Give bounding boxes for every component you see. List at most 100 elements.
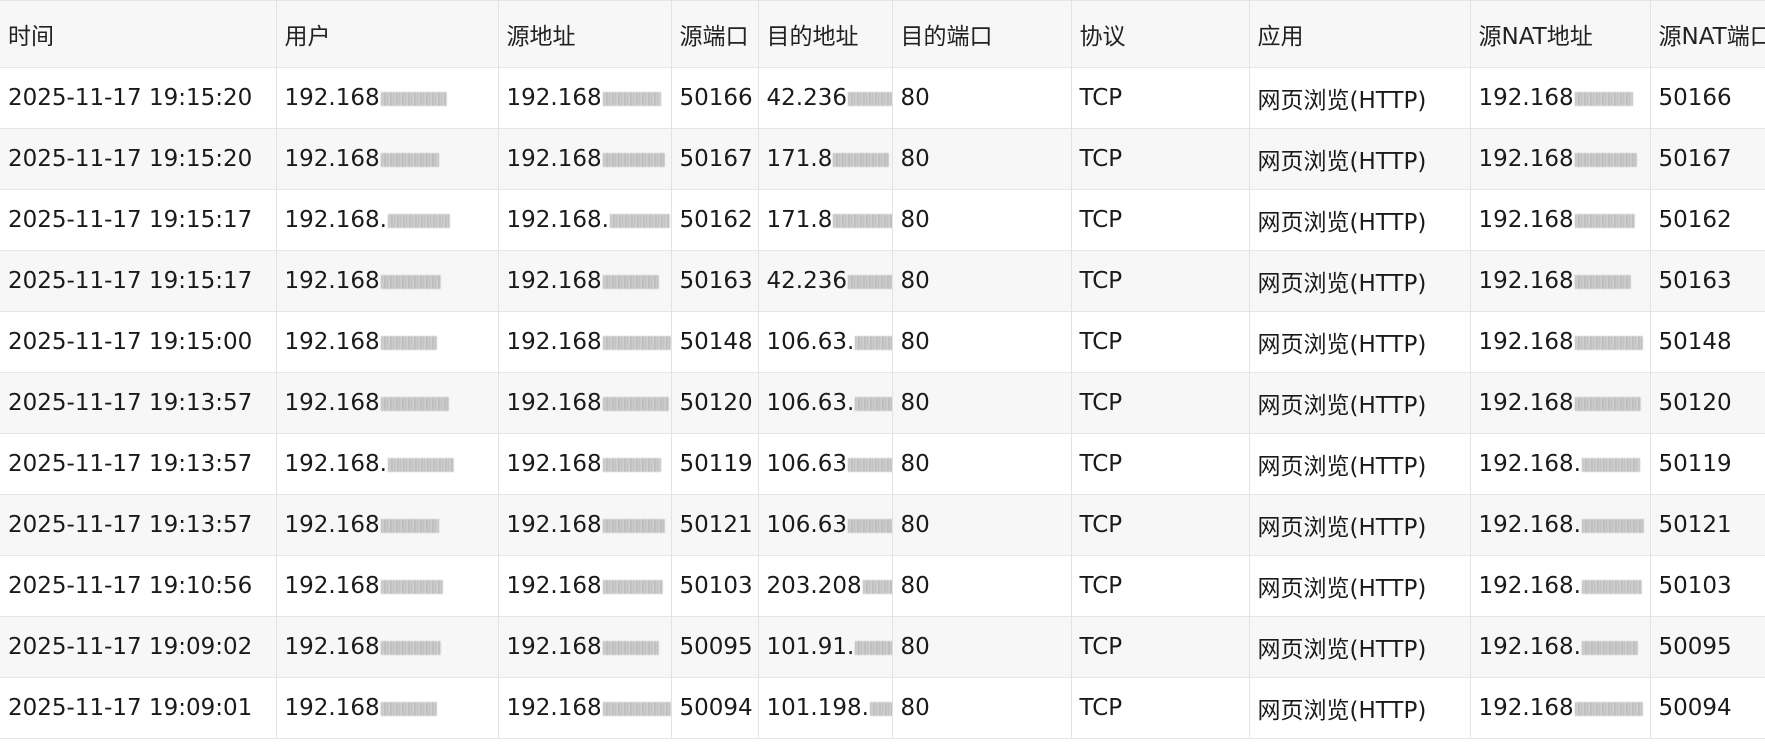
cell-user: 192.168 — [276, 677, 499, 739]
cell-application: 网页浏览(HTTP) — [1249, 616, 1471, 678]
cell-user: 192.168. — [276, 189, 499, 251]
column-header-user[interactable]: 用户 — [276, 0, 499, 68]
cell-source-nat-address: 192.168. — [1470, 555, 1651, 617]
redaction-mask — [602, 457, 661, 472]
column-header-source-port[interactable]: 源端口 — [671, 0, 759, 68]
ip-visible-prefix: 192.168 — [506, 695, 602, 721]
ip-visible-prefix: 171.8 — [766, 146, 833, 172]
cell-application: 网页浏览(HTTP) — [1249, 433, 1471, 495]
cell-source-port: 50163 — [671, 250, 759, 312]
table-row[interactable]: 2025-11-17 19:09:02 192.168 192.168 50095 10… — [0, 616, 1765, 678]
redaction-mask — [380, 640, 441, 655]
ip-visible-prefix: 106.63. — [766, 329, 855, 355]
cell-time: 2025-11-17 19:15:20 — [0, 67, 277, 129]
cell-user: 192.168 — [276, 128, 499, 190]
table-row[interactable]: 2025-11-17 19:15:20 192.168 192.168 50167 17… — [0, 128, 1765, 190]
cell-application: 网页浏览(HTTP) — [1249, 250, 1471, 312]
table-row[interactable]: 2025-11-17 19:10:56 192.168 192.168 50103 20… — [0, 555, 1765, 617]
cell-protocol: TCP — [1071, 128, 1250, 190]
column-header-source-address[interactable]: 源地址 — [498, 0, 672, 68]
cell-source-nat-port: 50095 — [1650, 616, 1765, 678]
ip-visible-prefix: 192.168. — [284, 207, 387, 233]
cell-source-nat-address: 192.168 — [1470, 67, 1651, 129]
redaction-mask — [380, 274, 441, 289]
ip-visible-prefix: 192.168 — [1478, 146, 1574, 172]
cell-user: 192.168 — [276, 250, 499, 312]
redaction-mask — [609, 213, 670, 228]
column-header-destination-address[interactable]: 目的地址 — [758, 0, 893, 68]
cell-destination-address: 106.63 — [758, 494, 893, 556]
column-header-time[interactable]: 时间 — [0, 0, 277, 68]
ip-visible-prefix: 192.168. — [1478, 634, 1581, 660]
cell-destination-port: 80 — [892, 677, 1072, 739]
table-row[interactable]: 2025-11-17 19:15:20 192.168 192.168 50166 42… — [0, 67, 1765, 129]
redaction-mask — [602, 152, 665, 167]
redaction-mask — [862, 579, 891, 594]
cell-protocol: TCP — [1071, 311, 1250, 373]
column-header-protocol[interactable]: 协议 — [1071, 0, 1250, 68]
column-header-source-nat-address[interactable]: 源NAT地址 — [1470, 0, 1651, 68]
cell-source-nat-address: 192.168 — [1470, 677, 1651, 739]
ip-visible-prefix: 192.168 — [284, 512, 380, 538]
column-header-application[interactable]: 应用 — [1249, 0, 1471, 68]
cell-source-nat-port: 50103 — [1650, 555, 1765, 617]
cell-source-nat-port: 50121 — [1650, 494, 1765, 556]
redaction-mask — [1581, 518, 1644, 533]
ip-visible-prefix: 192.168. — [284, 451, 387, 477]
ip-visible-prefix: 192.168 — [506, 451, 602, 477]
cell-source-port: 50120 — [671, 372, 759, 434]
table-row[interactable]: 2025-11-17 19:13:57 192.168. 192.168 50119 1… — [0, 433, 1765, 495]
cell-time: 2025-11-17 19:15:17 — [0, 189, 277, 251]
cell-time: 2025-11-17 19:09:01 — [0, 677, 277, 739]
table-row[interactable]: 2025-11-17 19:13:57 192.168 192.168 50120 10… — [0, 372, 1765, 434]
redaction-mask — [602, 701, 670, 716]
table-row[interactable]: 2025-11-17 19:15:00 192.168 192.168 50148 10… — [0, 311, 1765, 373]
table-row[interactable]: 2025-11-17 19:15:17 192.168 192.168 50163 42… — [0, 250, 1765, 312]
cell-time: 2025-11-17 19:09:02 — [0, 616, 277, 678]
cell-source-nat-port: 50167 — [1650, 128, 1765, 190]
ip-visible-prefix: 192.168 — [506, 85, 602, 111]
ip-visible-prefix: 106.63 — [766, 512, 847, 538]
cell-source-port: 50121 — [671, 494, 759, 556]
cell-application: 网页浏览(HTTP) — [1249, 494, 1471, 556]
redaction-mask — [387, 213, 450, 228]
ip-visible-prefix: 192.168 — [506, 329, 602, 355]
redaction-mask — [855, 335, 891, 350]
ip-visible-prefix: 192.168 — [506, 512, 602, 538]
cell-user: 192.168 — [276, 494, 499, 556]
redaction-mask — [847, 91, 891, 106]
ip-visible-prefix: 192.168 — [506, 390, 602, 416]
cell-source-address: 192.168 — [498, 372, 672, 434]
cell-source-nat-address: 192.168 — [1470, 372, 1651, 434]
cell-source-address: 192.168. — [498, 189, 672, 251]
column-header-destination-port[interactable]: 目的端口 — [892, 0, 1072, 68]
cell-user: 192.168 — [276, 555, 499, 617]
cell-source-address: 192.168 — [498, 494, 672, 556]
column-header-source-nat-port[interactable]: 源NAT端口 — [1650, 0, 1765, 68]
ip-visible-prefix: 192.168. — [506, 207, 609, 233]
cell-source-nat-address: 192.168 — [1470, 189, 1651, 251]
ip-visible-prefix: 192.168 — [284, 695, 380, 721]
ip-visible-prefix: 42.236 — [766, 268, 847, 294]
redaction-mask — [833, 213, 891, 228]
redaction-mask — [602, 274, 659, 289]
redaction-mask — [387, 457, 454, 472]
cell-protocol: TCP — [1071, 433, 1250, 495]
cell-destination-address: 106.63 — [758, 433, 893, 495]
cell-destination-port: 80 — [892, 372, 1072, 434]
header-row: 时间 用户 源地址 源端口 目的地址 目的端口 协议 应用 源NAT地址 源NA… — [0, 0, 1765, 68]
cell-user: 192.168 — [276, 372, 499, 434]
cell-destination-address: 101.91. — [758, 616, 893, 678]
cell-source-address: 192.168 — [498, 555, 672, 617]
cell-application: 网页浏览(HTTP) — [1249, 189, 1471, 251]
redaction-mask — [847, 518, 891, 533]
cell-source-address: 192.168 — [498, 433, 672, 495]
redaction-mask — [602, 335, 670, 350]
cell-source-address: 192.168 — [498, 128, 672, 190]
cell-source-port: 50167 — [671, 128, 759, 190]
cell-protocol: TCP — [1071, 189, 1250, 251]
table-row[interactable]: 2025-11-17 19:15:17 192.168. 192.168. 50162… — [0, 189, 1765, 251]
table-row[interactable]: 2025-11-17 19:13:57 192.168 192.168 50121 10… — [0, 494, 1765, 556]
table-row[interactable]: 2025-11-17 19:09:01 192.168 192.168 50094 10… — [0, 677, 1765, 739]
cell-time: 2025-11-17 19:13:57 — [0, 494, 277, 556]
